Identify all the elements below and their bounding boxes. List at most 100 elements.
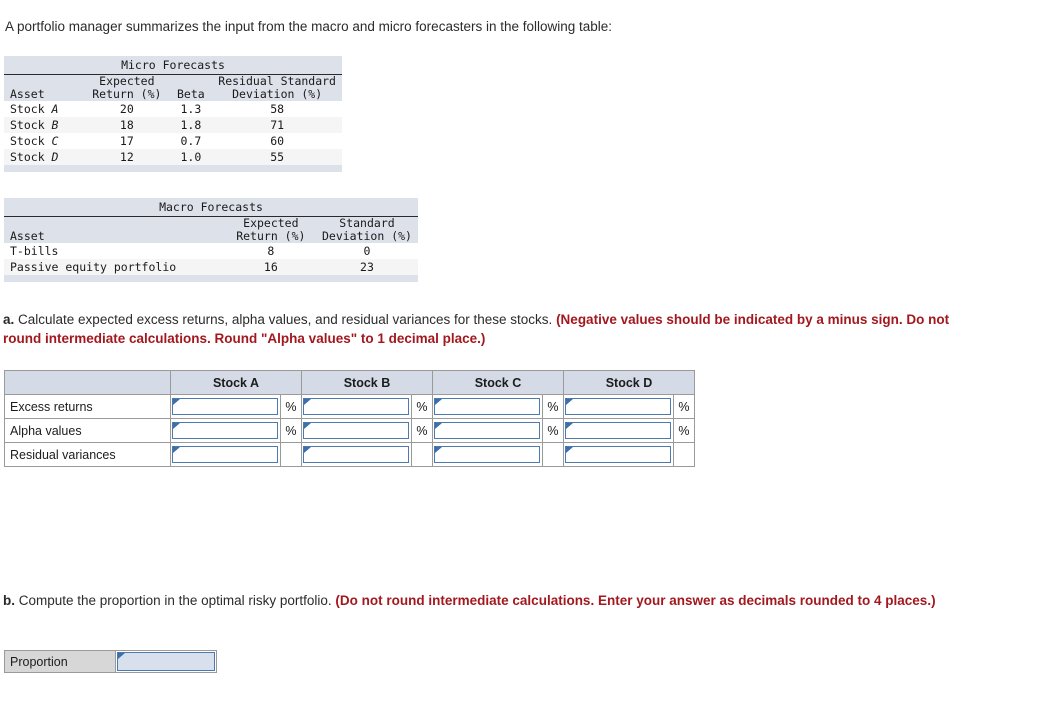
input-marker-triangle-icon — [173, 446, 180, 453]
input-marker-triangle-icon — [435, 446, 442, 453]
table-row: Passive equity portfolio 16 23 — [4, 259, 418, 275]
micro-header-beta: Beta — [169, 88, 213, 101]
input-marker-triangle-icon — [566, 446, 573, 453]
micro-header-top-residual: Residual Standard — [212, 74, 342, 88]
input-marker-triangle-icon — [304, 422, 311, 429]
excess-returns-stock-b-input[interactable] — [303, 398, 409, 415]
table-row: Alpha values % % % % — [4, 418, 696, 443]
alpha-values-stock-a-unit: % — [279, 418, 303, 443]
alpha-values-stock-b-cell[interactable] — [301, 418, 412, 443]
micro-asset-name: Stock B — [4, 117, 85, 133]
residual-variances-stock-a-input[interactable] — [172, 446, 278, 463]
input-marker-triangle-icon — [304, 446, 311, 453]
excess-returns-stock-c-cell[interactable] — [432, 394, 543, 419]
question-b-label: b. — [3, 593, 15, 608]
excess-returns-stock-a-input[interactable] — [172, 398, 278, 415]
excess-returns-stock-c-unit: % — [541, 394, 565, 419]
residual-variances-stock-d-unit — [672, 442, 696, 467]
macro-forecasts-header-top: Expected Standard — [4, 216, 418, 230]
answer-table-header-row: Stock A Stock B Stock C Stock D — [4, 370, 695, 395]
excess-returns-stock-a-cell[interactable] — [170, 394, 281, 419]
answer-table-part-a: Stock A Stock B Stock C Stock D Excess r… — [4, 370, 696, 467]
alpha-values-stock-d-input[interactable] — [565, 422, 671, 439]
proportion-row-label: Proportion — [4, 650, 116, 673]
excess-returns-stock-c-input[interactable] — [434, 398, 540, 415]
macro-footer-fill — [4, 275, 418, 282]
macro-header-asset: Asset — [4, 230, 226, 243]
answer-row-label-excess-returns: Excess returns — [4, 394, 171, 419]
micro-asset-letter: B — [51, 118, 59, 132]
micro-residual-sd: 60 — [212, 133, 342, 149]
macro-asset-name: T-bills — [4, 243, 226, 259]
macro-forecasts-table: Macro Forecasts Expected Standard Asset … — [4, 198, 418, 282]
residual-variances-stock-a-cell[interactable] — [170, 442, 281, 467]
micro-beta: 1.0 — [169, 149, 213, 165]
answer-table-corner-header — [4, 370, 171, 395]
alpha-values-stock-d-cell[interactable] — [563, 418, 674, 443]
micro-asset-letter: D — [51, 150, 59, 164]
micro-forecasts-title: Micro Forecasts — [4, 56, 342, 75]
excess-returns-stock-b-cell[interactable] — [301, 394, 412, 419]
residual-variances-stock-d-input[interactable] — [565, 446, 671, 463]
table-row: Stock D 12 1.0 55 — [4, 149, 342, 165]
alpha-values-stock-a-input[interactable] — [172, 422, 278, 439]
excess-returns-stock-d-cell[interactable] — [563, 394, 674, 419]
residual-variances-stock-c-input[interactable] — [434, 446, 540, 463]
macro-header-top-asset — [4, 216, 226, 230]
alpha-values-stock-b-unit: % — [410, 418, 434, 443]
alpha-values-stock-c-input[interactable] — [434, 422, 540, 439]
residual-variances-stock-a-unit — [279, 442, 303, 467]
micro-header-asset: Asset — [4, 88, 85, 101]
input-marker-triangle-icon — [173, 398, 180, 405]
question-b: b. Compute the proportion in the optimal… — [3, 591, 963, 610]
input-marker-triangle-icon — [435, 398, 442, 405]
question-a-text: Calculate expected excess returns, alpha… — [14, 312, 557, 327]
answer-row-label-residual-variances: Residual variances — [4, 442, 171, 467]
macro-standard-deviation: 23 — [315, 259, 418, 275]
alpha-values-stock-c-cell[interactable] — [432, 418, 543, 443]
micro-asset-letter: A — [51, 102, 59, 116]
answer-column-header-stock-c: Stock C — [432, 370, 564, 395]
residual-variances-stock-b-cell[interactable] — [301, 442, 412, 467]
excess-returns-stock-d-input[interactable] — [565, 398, 671, 415]
macro-header-top-standard: Standard — [315, 216, 418, 230]
excess-returns-stock-d-unit: % — [672, 394, 696, 419]
alpha-values-stock-a-cell[interactable] — [170, 418, 281, 443]
micro-expected-return: 12 — [84, 149, 170, 165]
input-marker-triangle-icon — [173, 422, 180, 429]
table-row: Excess returns % % % % — [4, 394, 696, 419]
micro-beta: 0.7 — [169, 133, 213, 149]
alpha-values-stock-b-input[interactable] — [303, 422, 409, 439]
table-row: Proportion — [4, 650, 217, 673]
micro-residual-sd: 71 — [212, 117, 342, 133]
residual-variances-stock-d-cell[interactable] — [563, 442, 674, 467]
micro-forecasts-footer-bar — [4, 165, 342, 172]
alpha-values-stock-c-unit: % — [541, 418, 565, 443]
micro-header-top-expected: Expected — [84, 74, 170, 88]
micro-expected-return: 20 — [84, 101, 170, 117]
micro-asset-name: Stock A — [4, 101, 85, 117]
proportion-input-cell[interactable] — [115, 650, 217, 673]
macro-standard-deviation: 0 — [315, 243, 418, 259]
micro-beta: 1.8 — [169, 117, 213, 133]
macro-forecasts-header-bottom: Asset Return (%) Deviation (%) — [4, 230, 418, 243]
proportion-input[interactable] — [117, 652, 215, 671]
excess-returns-stock-a-unit: % — [279, 394, 303, 419]
input-marker-triangle-icon — [118, 652, 125, 659]
residual-variances-stock-c-cell[interactable] — [432, 442, 543, 467]
answer-column-header-stock-a: Stock A — [170, 370, 302, 395]
question-b-text: Compute the proportion in the optimal ri… — [15, 593, 336, 608]
micro-header-residual-sd: Deviation (%) — [212, 88, 342, 101]
micro-asset-letter: C — [51, 134, 59, 148]
macro-forecasts-footer-bar — [4, 275, 418, 282]
residual-variances-stock-b-input[interactable] — [303, 446, 409, 463]
table-row: T-bills 8 0 — [4, 243, 418, 259]
micro-forecasts-table: Micro Forecasts Expected Residual Standa… — [4, 56, 342, 172]
micro-forecasts-title-row: Micro Forecasts — [4, 56, 342, 75]
input-marker-triangle-icon — [566, 398, 573, 405]
answer-column-header-stock-b: Stock B — [301, 370, 433, 395]
question-b-emphasis: (Do not round intermediate calculations.… — [335, 593, 936, 608]
macro-header-expected-return: Return (%) — [225, 230, 316, 243]
table-row: Residual variances — [4, 442, 696, 467]
macro-forecasts-title-row: Macro Forecasts — [4, 198, 418, 217]
